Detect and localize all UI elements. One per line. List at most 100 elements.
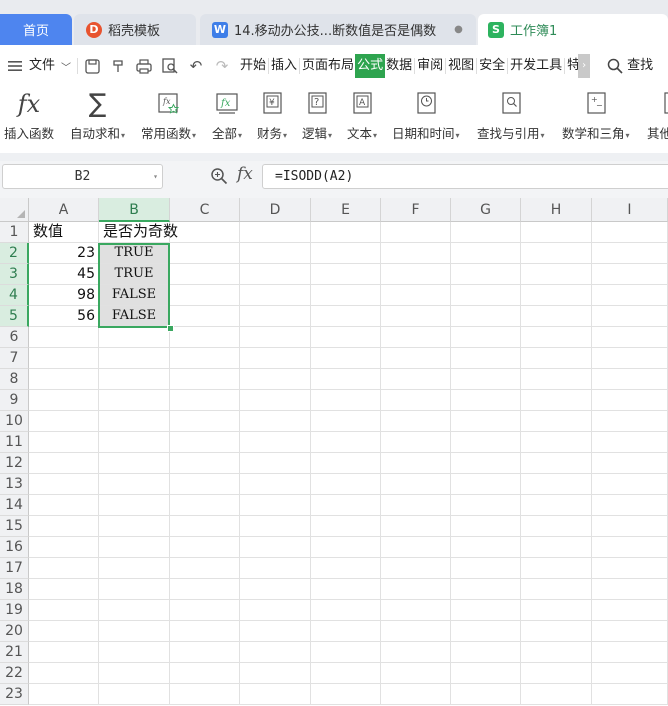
cell-g22[interactable] bbox=[451, 663, 521, 684]
cell-f20[interactable] bbox=[381, 621, 451, 642]
cell-g15[interactable] bbox=[451, 516, 521, 537]
cell-d5[interactable] bbox=[240, 306, 311, 327]
cell-a20[interactable] bbox=[29, 621, 99, 642]
cell-i6[interactable] bbox=[592, 327, 668, 348]
cell-h6[interactable] bbox=[521, 327, 592, 348]
cell-d12[interactable] bbox=[240, 453, 311, 474]
cell-a10[interactable] bbox=[29, 411, 99, 432]
cell-b18[interactable] bbox=[99, 579, 170, 600]
menu-item-view[interactable]: 视图 bbox=[447, 54, 475, 78]
column-header-g[interactable]: G bbox=[451, 198, 521, 222]
cell-b9[interactable] bbox=[99, 390, 170, 411]
cell-a14[interactable] bbox=[29, 495, 99, 516]
cell-i7[interactable] bbox=[592, 348, 668, 369]
cell-f21[interactable] bbox=[381, 642, 451, 663]
column-header-i[interactable]: I bbox=[592, 198, 668, 222]
cell-d14[interactable] bbox=[240, 495, 311, 516]
lookup-reference-button[interactable]: 查找与引用▾ bbox=[477, 87, 545, 153]
cell-g18[interactable] bbox=[451, 579, 521, 600]
cell-i4[interactable] bbox=[592, 285, 668, 306]
cell-a2[interactable]: 23 bbox=[29, 243, 99, 264]
cell-b3[interactable]: TRUE bbox=[99, 264, 170, 285]
row-header-8[interactable]: 8 bbox=[0, 369, 29, 390]
common-functions-button[interactable]: fx 常用函数▾ bbox=[141, 87, 196, 153]
cell-b11[interactable] bbox=[99, 432, 170, 453]
cell-h21[interactable] bbox=[521, 642, 592, 663]
format-painter-icon[interactable] bbox=[109, 57, 127, 75]
cell-g14[interactable] bbox=[451, 495, 521, 516]
cell-f1[interactable] bbox=[381, 222, 451, 243]
cell-g19[interactable] bbox=[451, 600, 521, 621]
cell-b4[interactable]: FALSE bbox=[99, 285, 170, 306]
cell-d7[interactable] bbox=[240, 348, 311, 369]
cell-h12[interactable] bbox=[521, 453, 592, 474]
cell-e18[interactable] bbox=[311, 579, 381, 600]
cell-h17[interactable] bbox=[521, 558, 592, 579]
cell-e19[interactable] bbox=[311, 600, 381, 621]
cell-a18[interactable] bbox=[29, 579, 99, 600]
row-header-1[interactable]: 1 bbox=[0, 222, 29, 243]
cell-d6[interactable] bbox=[240, 327, 311, 348]
cell-e21[interactable] bbox=[311, 642, 381, 663]
cell-d4[interactable] bbox=[240, 285, 311, 306]
financial-button[interactable]: ¥ 财务▾ bbox=[257, 87, 287, 153]
cell-f4[interactable] bbox=[381, 285, 451, 306]
cell-b6[interactable] bbox=[99, 327, 170, 348]
cell-e1[interactable] bbox=[311, 222, 381, 243]
cell-f6[interactable] bbox=[381, 327, 451, 348]
cell-e4[interactable] bbox=[311, 285, 381, 306]
cell-c4[interactable] bbox=[170, 285, 240, 306]
row-header-4[interactable]: 4 bbox=[0, 285, 29, 306]
row-header-19[interactable]: 19 bbox=[0, 600, 29, 621]
cell-e3[interactable] bbox=[311, 264, 381, 285]
cell-i3[interactable] bbox=[592, 264, 668, 285]
column-header-e[interactable]: E bbox=[311, 198, 381, 222]
cell-c7[interactable] bbox=[170, 348, 240, 369]
cell-f22[interactable] bbox=[381, 663, 451, 684]
column-header-b[interactable]: B bbox=[99, 198, 170, 222]
cell-f16[interactable] bbox=[381, 537, 451, 558]
cell-d22[interactable] bbox=[240, 663, 311, 684]
cell-a15[interactable] bbox=[29, 516, 99, 537]
hamburger-menu-icon[interactable] bbox=[6, 57, 24, 75]
cell-h19[interactable] bbox=[521, 600, 592, 621]
cell-f18[interactable] bbox=[381, 579, 451, 600]
cell-h3[interactable] bbox=[521, 264, 592, 285]
cell-g6[interactable] bbox=[451, 327, 521, 348]
menu-item-page-layout[interactable]: 页面布局 bbox=[301, 54, 355, 78]
row-header-9[interactable]: 9 bbox=[0, 390, 29, 411]
tab-home[interactable]: 首页 bbox=[0, 14, 72, 45]
undo-icon[interactable]: ↶ bbox=[187, 57, 205, 75]
cell-d11[interactable] bbox=[240, 432, 311, 453]
insert-function-fx-button[interactable]: fx bbox=[237, 164, 253, 184]
cell-c21[interactable] bbox=[170, 642, 240, 663]
cell-e15[interactable] bbox=[311, 516, 381, 537]
cell-e20[interactable] bbox=[311, 621, 381, 642]
cell-e22[interactable] bbox=[311, 663, 381, 684]
cell-g9[interactable] bbox=[451, 390, 521, 411]
cell-i10[interactable] bbox=[592, 411, 668, 432]
menu-item-special[interactable]: 特 bbox=[566, 54, 578, 78]
cell-b5[interactable]: FALSE bbox=[99, 306, 170, 327]
cell-e7[interactable] bbox=[311, 348, 381, 369]
cell-i19[interactable] bbox=[592, 600, 668, 621]
cell-c14[interactable] bbox=[170, 495, 240, 516]
cell-b16[interactable] bbox=[99, 537, 170, 558]
cell-d8[interactable] bbox=[240, 369, 311, 390]
cell-d1[interactable] bbox=[240, 222, 311, 243]
chevron-down-icon[interactable]: ▾ bbox=[153, 165, 158, 188]
cell-i20[interactable] bbox=[592, 621, 668, 642]
tab-workbook[interactable]: S 工作簿1 bbox=[478, 14, 668, 45]
all-functions-button[interactable]: fx 全部▾ bbox=[212, 87, 242, 153]
cell-h5[interactable] bbox=[521, 306, 592, 327]
row-header-18[interactable]: 18 bbox=[0, 579, 29, 600]
cell-e10[interactable] bbox=[311, 411, 381, 432]
cell-g20[interactable] bbox=[451, 621, 521, 642]
cell-d9[interactable] bbox=[240, 390, 311, 411]
cell-a5[interactable]: 56 bbox=[29, 306, 99, 327]
cell-a9[interactable] bbox=[29, 390, 99, 411]
cell-a6[interactable] bbox=[29, 327, 99, 348]
cell-c1[interactable] bbox=[170, 222, 240, 243]
date-time-button[interactable]: 日期和时间▾ bbox=[392, 87, 460, 153]
cell-c17[interactable] bbox=[170, 558, 240, 579]
